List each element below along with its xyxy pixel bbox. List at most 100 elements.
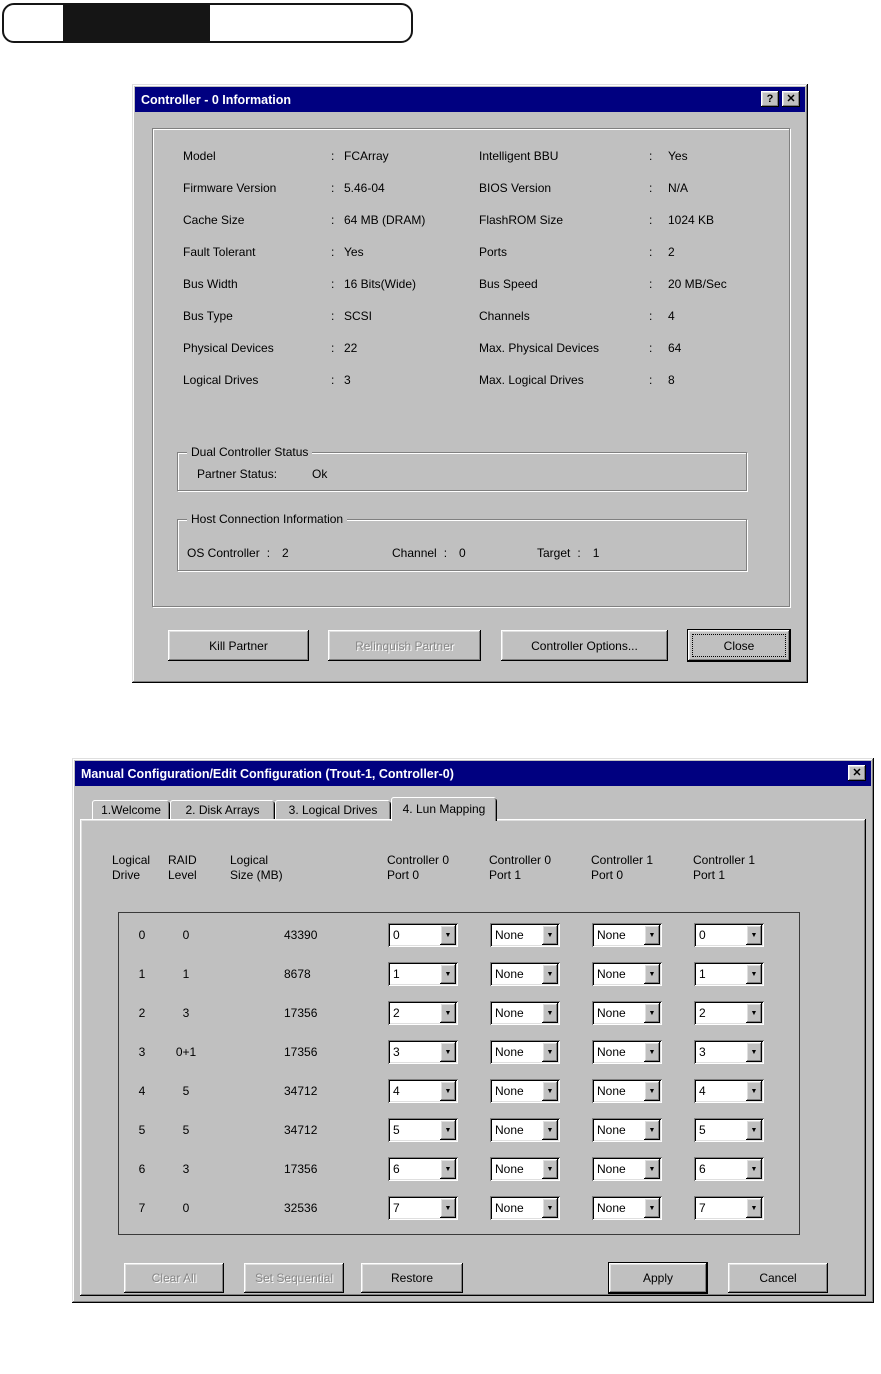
lun-select[interactable]: None ▼ [490, 1157, 560, 1181]
help-icon[interactable]: ? [761, 91, 779, 107]
lun-select[interactable]: 0 ▼ [694, 923, 764, 947]
dropdown-button[interactable]: ▼ [746, 1003, 762, 1023]
lun-select[interactable]: None ▼ [490, 1196, 560, 1220]
lun-select[interactable]: 3 ▼ [694, 1040, 764, 1064]
dropdown-button[interactable]: ▼ [746, 1198, 762, 1218]
lun-select[interactable]: None ▼ [592, 1157, 662, 1181]
dropdown-button[interactable]: ▼ [440, 1042, 456, 1062]
close-icon[interactable]: ✕ [782, 91, 800, 107]
chevron-down-icon: ▼ [444, 931, 452, 939]
tab-3-logical-drives[interactable]: 3. Logical Drives [275, 800, 391, 819]
dual-controller-status-group: Dual Controller Status Partner Status: O… [177, 445, 747, 491]
chevron-down-icon: ▼ [546, 1204, 554, 1212]
lun-select[interactable]: 1 ▼ [388, 962, 458, 986]
lun-select[interactable]: None ▼ [592, 923, 662, 947]
dropdown-button[interactable]: ▼ [542, 1159, 558, 1179]
tab-label: 1.Welcome [101, 802, 161, 817]
lun-select[interactable]: 7 ▼ [694, 1196, 764, 1220]
raid-level-value: 0 [182, 928, 190, 942]
dropdown-button[interactable]: ▼ [440, 1081, 456, 1101]
dropdown-button[interactable]: ▼ [644, 964, 660, 984]
lun-select[interactable]: None ▼ [490, 1040, 560, 1064]
tab-4-lun-mapping[interactable]: 4. Lun Mapping [391, 797, 497, 821]
dropdown-button[interactable]: ▼ [644, 1081, 660, 1101]
dropdown-button[interactable]: ▼ [746, 1120, 762, 1140]
dropdown-button[interactable]: ▼ [746, 925, 762, 945]
lun-select[interactable]: None ▼ [490, 1118, 560, 1142]
dropdown-button[interactable]: ▼ [542, 1003, 558, 1023]
dropdown-button[interactable]: ▼ [644, 1198, 660, 1218]
lun-select[interactable]: None ▼ [592, 1118, 662, 1142]
dropdown-button[interactable]: ▼ [644, 1120, 660, 1140]
info-field-row: Physical Devices:22 [183, 332, 425, 364]
dropdown-button[interactable]: ▼ [542, 1120, 558, 1140]
tab-2-disk-arrays[interactable]: 2. Disk Arrays [170, 800, 275, 819]
kill-partner-button[interactable]: Kill Partner [168, 630, 309, 661]
lun-select[interactable]: 3 ▼ [388, 1040, 458, 1064]
dropdown-button[interactable]: ▼ [440, 1198, 456, 1218]
field-label: FlashROM Size [479, 213, 564, 227]
lun-select[interactable]: 5 ▼ [694, 1118, 764, 1142]
controller-options-button[interactable]: Controller Options... [501, 630, 668, 661]
controller-info-titlebar[interactable]: Controller - 0 Information ? ✕ [135, 87, 805, 112]
lun-select[interactable]: None ▼ [592, 1196, 662, 1220]
restore-button[interactable]: Restore [361, 1263, 463, 1293]
dropdown-button[interactable]: ▼ [746, 1042, 762, 1062]
dropdown-button[interactable]: ▼ [542, 1081, 558, 1101]
chevron-down-icon: ▼ [750, 1165, 758, 1173]
lun-select[interactable]: None ▼ [592, 1001, 662, 1025]
dropdown-button[interactable]: ▼ [746, 964, 762, 984]
field-colon: : [331, 341, 335, 355]
dropdown-button[interactable]: ▼ [542, 1198, 558, 1218]
lun-select[interactable]: None ▼ [592, 1040, 662, 1064]
close-button[interactable]: Close [688, 630, 790, 661]
raid-level-value: 0 [182, 1201, 190, 1215]
lun-select[interactable]: 4 ▼ [388, 1079, 458, 1103]
lun-select[interactable]: 2 ▼ [694, 1001, 764, 1025]
lun-select-value: 1 [699, 967, 706, 981]
chevron-down-icon: ▼ [444, 1126, 452, 1134]
lun-select-value: None [597, 1045, 626, 1059]
lun-select[interactable]: 4 ▼ [694, 1079, 764, 1103]
chevron-down-icon: ▼ [444, 1087, 452, 1095]
lun-select-value: None [495, 1006, 524, 1020]
dropdown-button[interactable]: ▼ [440, 964, 456, 984]
field-label: Intelligent BBU [479, 149, 559, 163]
lun-select[interactable]: 0 ▼ [388, 923, 458, 947]
lun-select[interactable]: 6 ▼ [694, 1157, 764, 1181]
lun-select[interactable]: 7 ▼ [388, 1196, 458, 1220]
chevron-down-icon: ▼ [750, 970, 758, 978]
lun-select[interactable]: None ▼ [592, 962, 662, 986]
lun-select[interactable]: None ▼ [490, 1001, 560, 1025]
dropdown-button[interactable]: ▼ [644, 925, 660, 945]
cancel-button[interactable]: Cancel [728, 1263, 828, 1293]
lun-select[interactable]: 1 ▼ [694, 962, 764, 986]
dropdown-button[interactable]: ▼ [440, 1120, 456, 1140]
dropdown-button[interactable]: ▼ [644, 1042, 660, 1062]
lun-select[interactable]: None ▼ [490, 962, 560, 986]
manual-configuration-dialog: Manual Configuration/Edit Configuration … [72, 758, 874, 1303]
lun-select-value: None [495, 1045, 524, 1059]
lun-select[interactable]: None ▼ [592, 1079, 662, 1103]
close-icon[interactable]: ✕ [848, 765, 866, 781]
apply-button[interactable]: Apply [609, 1263, 707, 1293]
dropdown-button[interactable]: ▼ [644, 1003, 660, 1023]
dropdown-button[interactable]: ▼ [644, 1159, 660, 1179]
lun-select[interactable]: None ▼ [490, 923, 560, 947]
dropdown-button[interactable]: ▼ [440, 1003, 456, 1023]
table-row: 3 0+1 17356 3 ▼ None ▼ None ▼ 3 ▼ [119, 1033, 799, 1072]
dropdown-button[interactable]: ▼ [542, 925, 558, 945]
lun-select[interactable]: None ▼ [490, 1079, 560, 1103]
dropdown-button[interactable]: ▼ [542, 1042, 558, 1062]
dropdown-button[interactable]: ▼ [746, 1159, 762, 1179]
lun-select[interactable]: 5 ▼ [388, 1118, 458, 1142]
dropdown-button[interactable]: ▼ [746, 1081, 762, 1101]
dropdown-button[interactable]: ▼ [440, 1159, 456, 1179]
lun-select[interactable]: 2 ▼ [388, 1001, 458, 1025]
chevron-down-icon: ▼ [546, 1165, 554, 1173]
tab-1-welcome[interactable]: 1.Welcome [92, 800, 170, 819]
dropdown-button[interactable]: ▼ [542, 964, 558, 984]
dropdown-button[interactable]: ▼ [440, 925, 456, 945]
lun-select[interactable]: 6 ▼ [388, 1157, 458, 1181]
manual-configuration-titlebar[interactable]: Manual Configuration/Edit Configuration … [75, 761, 871, 786]
